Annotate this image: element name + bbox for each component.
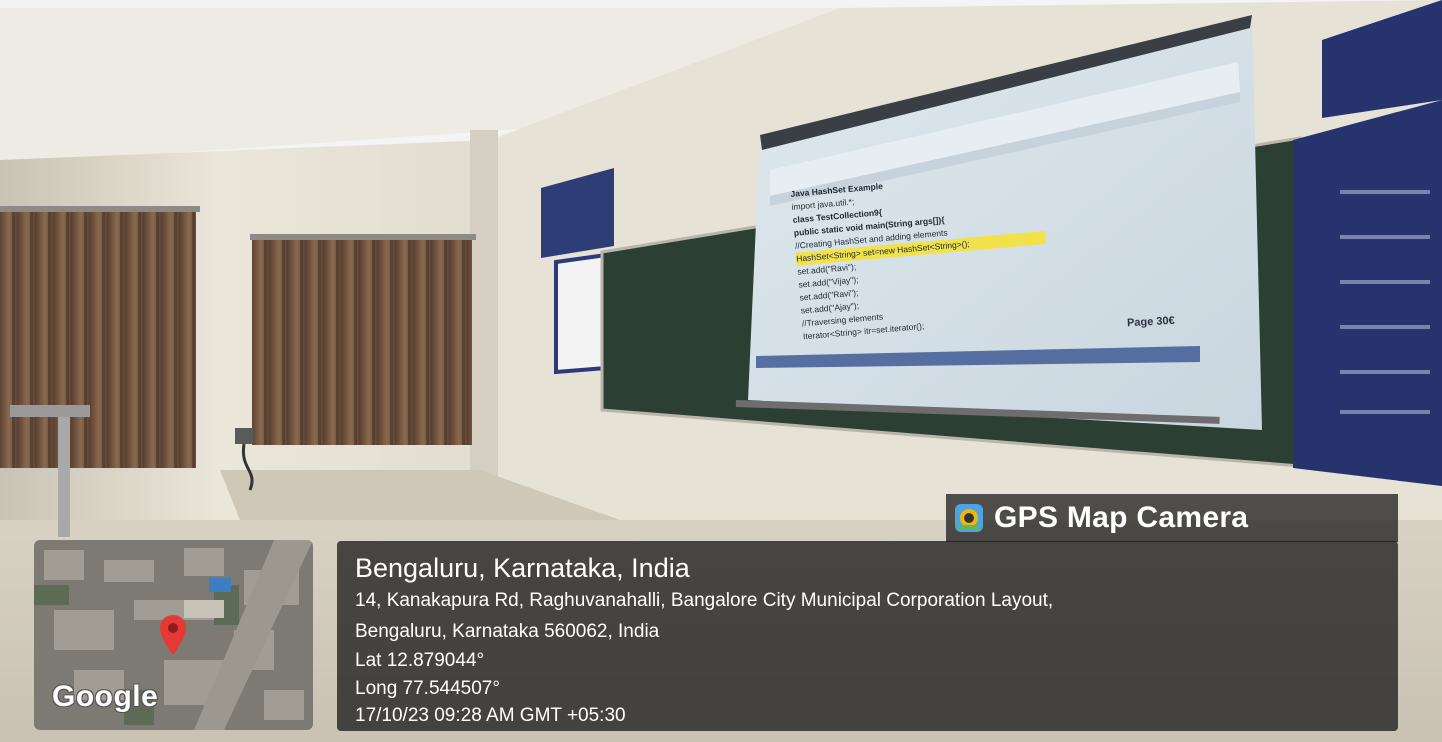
- address-line-2: Bengaluru, Karnataka 560062, India: [355, 621, 660, 642]
- place-title: Bengaluru, Karnataka, India: [355, 553, 690, 583]
- gps-app-header: GPS Map Camera: [946, 494, 1398, 542]
- latitude-text: Lat 12.879044°: [355, 650, 485, 671]
- app-name: GPS Map Camera: [994, 501, 1249, 534]
- projected-code: Java HashSet Example import java.util.*;…: [790, 166, 1053, 343]
- photo-frame: Java HashSet Example import java.util.*;…: [0, 0, 1442, 742]
- map-pin-icon: [160, 615, 186, 655]
- datetime-text: 17/10/23 09:28 AM GMT +05:30: [355, 705, 626, 726]
- page-number-label: Page 30€: [1126, 314, 1175, 330]
- google-logo: Google: [52, 680, 159, 713]
- address-line-1: 14, Kanakapura Rd, Raghuvanahalli, Banga…: [355, 590, 1054, 611]
- map-thumbnail: Google: [34, 540, 313, 730]
- longitude-text: Long 77.544507°: [355, 678, 500, 699]
- camera-lens-icon: [955, 504, 983, 532]
- location-info-panel: Bengaluru, Karnataka, India 14, Kanakapu…: [337, 541, 1398, 731]
